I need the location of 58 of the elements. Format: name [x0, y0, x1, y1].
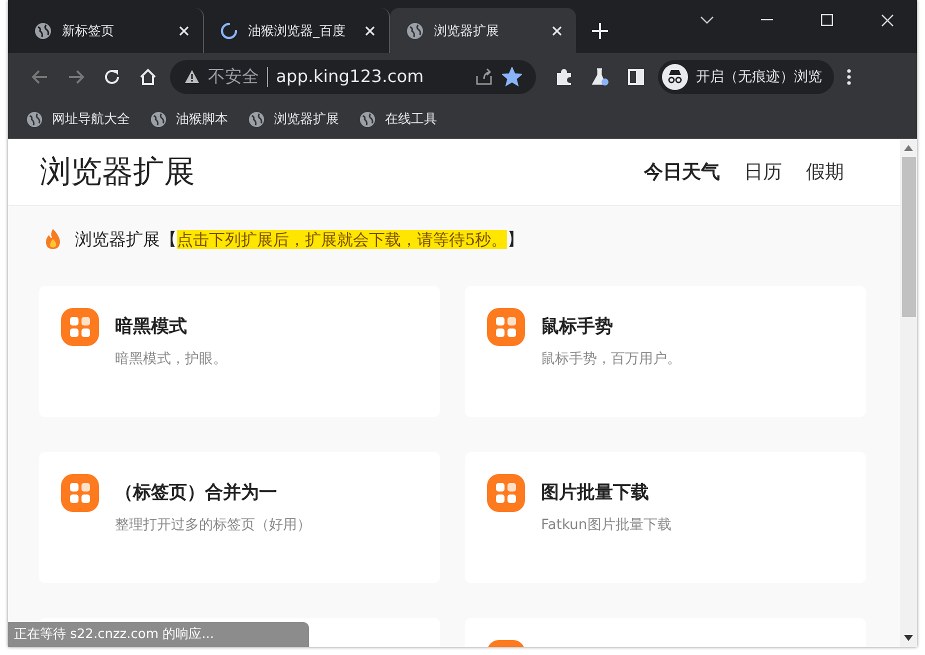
bookmark-label: 网址导航大全 — [52, 111, 130, 128]
card-title: 鼠标手势 — [541, 315, 614, 338]
nav-link[interactable]: 今日天气 — [644, 159, 720, 185]
globe-icon — [359, 110, 376, 128]
scroll-down-icon[interactable] — [904, 635, 913, 641]
bookmark-label: 在线工具 — [385, 111, 437, 128]
star-icon[interactable] — [502, 66, 522, 86]
status-toast: 正在等待 s22.cnzz.com 的响应... — [8, 622, 309, 647]
bookmark-label: 浏览器扩展 — [274, 111, 339, 128]
incognito-icon — [662, 64, 688, 90]
close-tab-icon[interactable] — [552, 26, 562, 36]
app-grid-icon — [61, 474, 99, 512]
extension-card[interactable]: 鼠标手势 鼠标手势，百万用户。 — [465, 286, 866, 417]
close-tab-icon[interactable] — [365, 26, 375, 36]
bookmark-label: 油猴脚本 — [176, 111, 228, 128]
address-bar[interactable]: 不安全 app.king123.com — [170, 60, 536, 94]
extension-card[interactable]: （标签页）合并为一 整理打开过多的标签页（好用） — [39, 452, 440, 583]
card-description: 整理打开过多的标签页（好用） — [115, 516, 311, 534]
security-label: 不安全 — [208, 66, 259, 88]
nav-link[interactable]: 日历 — [744, 159, 782, 185]
flask-icon[interactable] — [590, 66, 610, 86]
extension-card[interactable]: 图片批量下载 Fatkun图片批量下载 — [465, 452, 866, 583]
tab-title: 浏览器扩展 — [434, 22, 500, 40]
home-icon[interactable] — [138, 66, 158, 86]
new-tab-icon[interactable] — [592, 23, 608, 39]
browser-tab[interactable]: 浏览器扩展 — [390, 8, 576, 53]
card-description: Fatkun图片批量下载 — [541, 516, 672, 534]
incognito-profile-button[interactable]: 开启（无痕迹）浏览 — [658, 60, 834, 94]
close-tab-icon[interactable] — [179, 26, 189, 36]
puzzle-icon[interactable] — [554, 66, 574, 86]
menu-icon[interactable] — [846, 68, 852, 86]
bookmark-item[interactable]: 在线工具 — [359, 110, 437, 128]
globe-icon — [26, 110, 43, 128]
url-text: app.king123.com — [276, 66, 424, 86]
card-title: 图片批量下载 — [541, 481, 650, 504]
tab-title: 新标签页 — [62, 22, 115, 40]
bookmark-item[interactable]: 浏览器扩展 — [248, 110, 339, 128]
globe-icon — [150, 110, 167, 128]
nav-link[interactable]: 假期 — [806, 159, 844, 185]
app-grid-icon — [487, 308, 525, 346]
card-title: 暗黑模式 — [115, 315, 188, 338]
bookmark-item[interactable]: 网址导航大全 — [26, 110, 130, 128]
app-grid-icon — [61, 308, 99, 346]
scroll-up-icon[interactable] — [904, 145, 913, 151]
share-icon[interactable] — [474, 68, 494, 86]
card-description: 鼠标手势，百万用户。 — [541, 350, 681, 368]
app-grid-icon — [487, 474, 525, 512]
card-title: （标签页）合并为一 — [115, 481, 278, 504]
fire-icon — [45, 229, 61, 249]
bookmark-item[interactable]: 油猴脚本 — [150, 110, 228, 128]
tab-title: 油猴浏览器_百度 — [248, 22, 346, 40]
scrollbar[interactable] — [900, 139, 917, 647]
warning-icon — [184, 69, 200, 84]
globe-icon — [248, 110, 265, 128]
side-panel-icon[interactable] — [626, 66, 646, 86]
page-title: 浏览器扩展 — [40, 153, 195, 192]
card-description: 暗黑模式，护眼。 — [115, 350, 227, 368]
extension-card[interactable]: 暗黑模式 暗黑模式，护眼。 — [39, 286, 440, 417]
